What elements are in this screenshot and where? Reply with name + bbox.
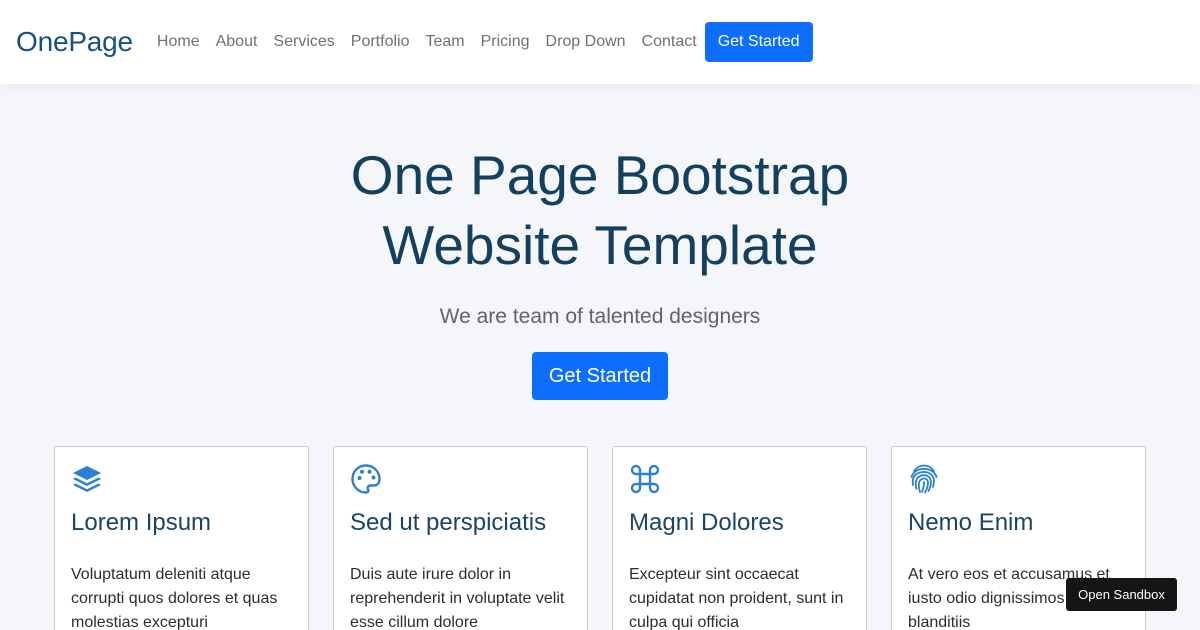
brand-logo[interactable]: OnePage bbox=[16, 26, 133, 58]
nav-link-home[interactable]: Home bbox=[157, 33, 200, 51]
card-title: Nemo Enim bbox=[908, 509, 1034, 536]
nav-link-contact[interactable]: Contact bbox=[642, 33, 697, 51]
hero-section: One Page Bootstrap Website Template We a… bbox=[0, 100, 1200, 400]
feature-card: Sed ut perspiciatis Duis aute irure dolo… bbox=[333, 446, 588, 630]
nav-link-team[interactable]: Team bbox=[425, 33, 464, 51]
nav-links: Home About Services Portfolio Team Prici… bbox=[157, 22, 813, 62]
card-text: Voluptatum deleniti atque corrupti quos … bbox=[71, 566, 278, 630]
nav-link-pricing[interactable]: Pricing bbox=[481, 33, 530, 51]
palette-icon bbox=[350, 463, 382, 495]
hero-subtitle: We are team of talented designers bbox=[439, 305, 761, 328]
feature-card: Magni Dolores Excepteur sint occaecat cu… bbox=[612, 446, 867, 630]
feature-cards: Lorem Ipsum Voluptatum deleniti atque co… bbox=[54, 446, 1170, 630]
command-icon bbox=[629, 463, 661, 495]
nav-link-about[interactable]: About bbox=[216, 33, 258, 51]
navbar: OnePage Home About Services Portfolio Te… bbox=[0, 0, 1200, 84]
hero-title-line2: Website Template bbox=[382, 214, 818, 276]
nav-link-dropdown[interactable]: Drop Down bbox=[546, 33, 626, 51]
card-title: Magni Dolores bbox=[629, 509, 784, 536]
card-text: Duis aute irure dolor in reprehenderit i… bbox=[350, 566, 565, 630]
hero-title-line1: One Page Bootstrap bbox=[350, 144, 850, 206]
stack-layers-icon bbox=[71, 463, 103, 495]
nav-link-portfolio[interactable]: Portfolio bbox=[351, 33, 410, 51]
nav-get-started-button[interactable]: Get Started bbox=[704, 22, 813, 62]
open-sandbox-button[interactable]: Open Sandbox bbox=[1066, 578, 1177, 611]
nav-link-services[interactable]: Services bbox=[273, 33, 334, 51]
card-text: Excepteur sint occaecat cupidatat non pr… bbox=[629, 566, 844, 630]
fingerprint-icon bbox=[908, 463, 940, 495]
feature-card: Lorem Ipsum Voluptatum deleniti atque co… bbox=[54, 446, 309, 630]
card-title: Lorem Ipsum bbox=[71, 509, 212, 536]
card-title: Sed ut perspiciatis bbox=[350, 509, 547, 536]
hero-get-started-button[interactable]: Get Started bbox=[531, 352, 669, 400]
hero-title: One Page Bootstrap Website Template bbox=[0, 140, 1200, 280]
